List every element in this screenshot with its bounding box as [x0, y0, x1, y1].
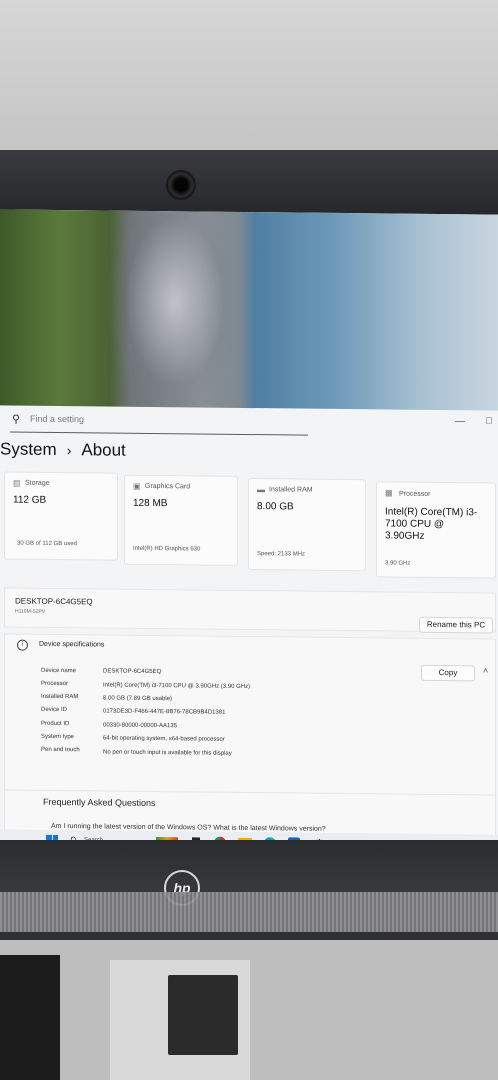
- wall-background: [0, 0, 498, 160]
- card-sub: 30 GB of 112 GB used: [17, 540, 77, 548]
- card-value: 112 GB: [13, 494, 47, 506]
- webcam: [166, 170, 196, 200]
- processor-icon: ▩: [385, 488, 393, 498]
- faq-title: Frequently Asked Questions: [43, 796, 156, 809]
- search-input[interactable]: [30, 413, 280, 427]
- graphics-card-card[interactable]: ▣ Graphics Card 128 MB Intel(R) HD Graph…: [124, 474, 238, 566]
- storage-card[interactable]: ▤ Storage 112 GB 30 GB of 112 GB used: [4, 471, 118, 561]
- storage-icon: ▤: [13, 478, 21, 488]
- device-specifications-panel: i Device specifications Copy ˄ Device na…: [4, 633, 496, 796]
- device-model: H110M-S2PV: [15, 608, 46, 615]
- spec-label: System type: [41, 733, 75, 741]
- graphics-card-icon: ▣: [133, 481, 141, 491]
- card-title: Storage: [25, 479, 50, 487]
- settings-window: ⚲ — □ System › About ▤ Storage 112 GB 30 G…: [0, 405, 498, 855]
- card-sub: Intel(R) HD Graphics 630: [133, 545, 201, 553]
- rename-pc-button[interactable]: Rename this PC: [419, 616, 493, 634]
- monitor-screen: ⚲ — □ System › About ▤ Storage 112 GB 30 G…: [0, 209, 498, 855]
- installed-ram-card[interactable]: ▬ Installed RAM 8.00 GB Speed: 2133 MHz: [248, 477, 366, 572]
- spec-value: 64-bit operating system, x64-based proce…: [103, 735, 225, 743]
- device-name-panel: DESKTOP-6C4G5EQ H110M-S2PV Rename this P…: [4, 587, 496, 634]
- ram-icon: ▬: [257, 485, 265, 495]
- card-title: Processor: [399, 490, 431, 498]
- spec-label: Device ID: [41, 706, 68, 714]
- card-value: 128 MB: [133, 497, 168, 510]
- breadcrumb-parent[interactable]: System: [0, 439, 57, 459]
- maximize-icon[interactable]: □: [486, 415, 492, 426]
- card-title: Graphics Card: [145, 482, 191, 491]
- card-sub: Speed: 2133 MHz: [257, 551, 306, 558]
- copy-button[interactable]: Copy: [421, 664, 475, 682]
- spec-label: Pen and touch: [41, 746, 80, 754]
- spec-label: Product ID: [41, 720, 70, 728]
- processor-card[interactable]: ▩ Processor Intel(R) Core(TM) i3-7100 CP…: [376, 481, 496, 579]
- card-value: Intel(R) Core(TM) i3-7100 CPU @ 3.90GHz: [385, 506, 478, 542]
- desk-object: [0, 955, 60, 1080]
- search-icon: ⚲: [12, 413, 21, 426]
- spec-value: 8.00 GB (7.89 GB usable): [103, 695, 173, 703]
- spec-value: 00330-80000-00000-AA135: [103, 722, 178, 730]
- stand-cable-slot: [168, 975, 238, 1055]
- breadcrumb: System › About: [0, 439, 126, 460]
- spec-value: Intel(R) Core(TM) i3-7100 CPU @ 3.90GHz …: [103, 682, 251, 691]
- breadcrumb-separator: ›: [66, 442, 72, 459]
- spec-label: Processor: [41, 680, 69, 688]
- info-icon: i: [17, 639, 28, 651]
- card-sub: 3.90 GHz: [385, 560, 411, 567]
- spec-value: 0173DE3D-F466-447E-8B76-78CB9B4D1381: [103, 708, 226, 716]
- spec-value: No pen or touch input is available for t…: [103, 749, 232, 757]
- specs-title: Device specifications: [39, 640, 105, 649]
- device-name: DESKTOP-6C4G5EQ: [15, 596, 93, 607]
- desktop-wallpaper: [0, 209, 498, 415]
- chevron-up-icon[interactable]: ˄: [483, 665, 488, 675]
- search-box[interactable]: ⚲: [10, 409, 308, 436]
- minimize-icon[interactable]: —: [455, 416, 465, 427]
- card-value: 8.00 GB: [257, 501, 294, 513]
- spec-label: Installed RAM: [41, 693, 79, 701]
- spec-value: DESKTOP-6C4G5EQ: [103, 668, 162, 676]
- spec-label: Device name: [41, 667, 77, 675]
- card-title: Installed RAM: [269, 486, 313, 494]
- speaker-grille: [0, 892, 498, 932]
- page-title: About: [81, 440, 126, 460]
